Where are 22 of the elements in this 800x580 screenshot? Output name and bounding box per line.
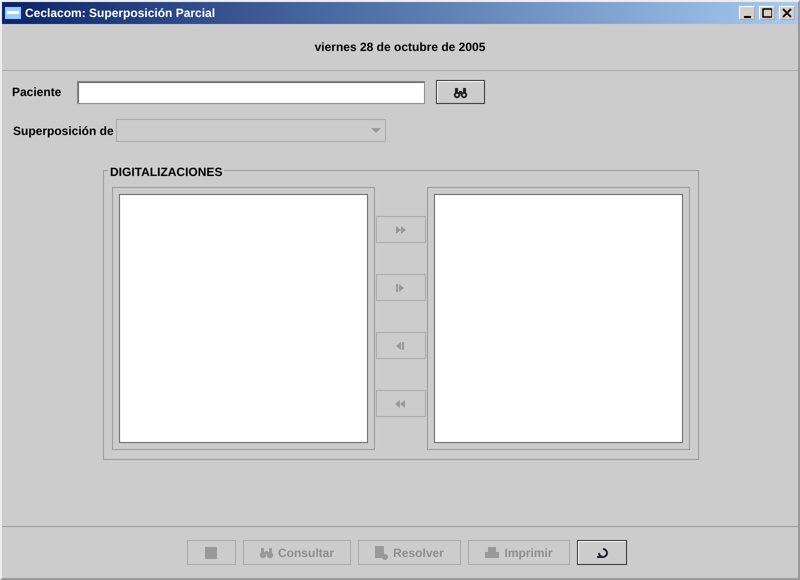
fast-forward-icon: [395, 224, 407, 234]
app-icon: [5, 5, 21, 21]
close-icon: [782, 8, 792, 18]
close-button[interactable]: [779, 6, 795, 20]
stop-icon: [204, 546, 218, 560]
minimize-button[interactable]: [739, 6, 755, 20]
patient-field[interactable]: [77, 80, 425, 104]
date-label: viernes 28 de octubre de 2005: [314, 39, 486, 56]
caret-icon: [371, 128, 381, 133]
overlap-label: Superposición de: [13, 122, 115, 140]
rewind-icon: [395, 398, 407, 408]
binoculars-icon: [258, 546, 274, 559]
maximize-button[interactable]: [759, 6, 775, 20]
binoculars-icon: [453, 86, 468, 98]
window-title: Ceclacom: Superposición Parcial: [25, 5, 216, 22]
minimize-icon: [744, 16, 750, 18]
maximize-icon: [762, 8, 772, 18]
printer-icon: [484, 546, 500, 559]
patient-label: Paciente: [12, 84, 62, 101]
move-left-icon: [395, 340, 407, 350]
exit-button[interactable]: [576, 540, 626, 565]
search-button[interactable]: [436, 80, 485, 104]
